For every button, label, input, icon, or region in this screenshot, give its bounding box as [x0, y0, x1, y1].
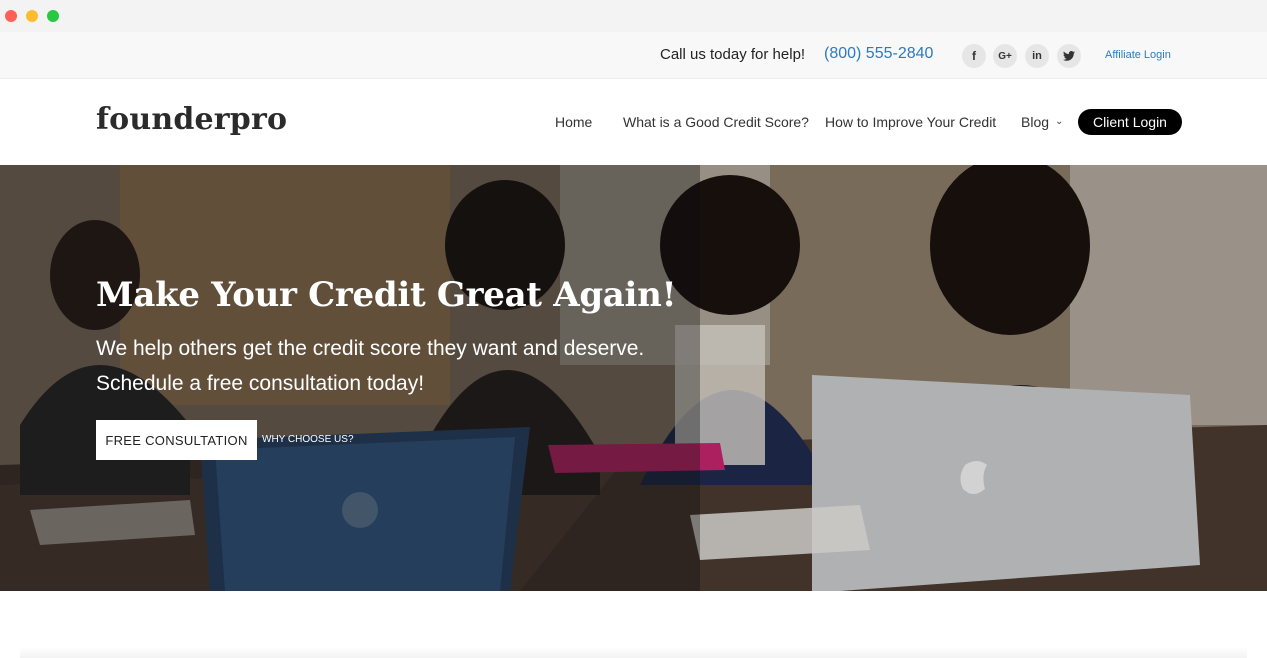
call-us-text: Call us today for help!	[660, 46, 806, 63]
client-login-button[interactable]: Client Login	[1078, 109, 1182, 135]
google-plus-icon[interactable]: G+	[993, 44, 1017, 68]
phone-link[interactable]: (800) 555-2840	[824, 45, 933, 63]
hero-subtitle-line-1: We help others get the credit score they…	[96, 337, 645, 360]
nav-home[interactable]: Home	[555, 114, 592, 130]
window-minimize-button[interactable]	[26, 10, 38, 22]
hero-subtitle-line-2: Schedule a free consultation today!	[96, 372, 425, 395]
nav-improve-credit[interactable]: How to Improve Your Credit	[825, 114, 996, 130]
section-card-edge	[20, 647, 1247, 658]
window-maximize-button[interactable]	[47, 10, 59, 22]
linkedin-icon[interactable]: in	[1025, 44, 1049, 68]
hero-title: Make Your Credit Great Again!	[96, 275, 677, 315]
twitter-bird-glyph	[1063, 51, 1075, 61]
top-contact-bar: Call us today for help! (800) 555-2840 f…	[0, 32, 1267, 79]
hero-banner: Make Your Credit Great Again! We help ot…	[0, 165, 1267, 591]
free-consultation-button[interactable]: FREE CONSULTATION	[96, 420, 257, 460]
hero-subtitle: We help others get the credit score they…	[96, 331, 716, 401]
nav-good-credit-score[interactable]: What is a Good Credit Score?	[623, 114, 809, 130]
facebook-icon[interactable]: f	[962, 44, 986, 68]
nav-blog[interactable]: Blog	[1021, 114, 1049, 130]
affiliate-login-link[interactable]: Affiliate Login	[1105, 49, 1171, 61]
site-logo[interactable]: founderpro	[96, 102, 287, 137]
why-choose-us-link[interactable]: WHY CHOOSE US?	[262, 434, 354, 445]
window-close-button[interactable]	[5, 10, 17, 22]
twitter-icon[interactable]	[1057, 44, 1081, 68]
chevron-down-icon[interactable]: ⌄	[1055, 116, 1063, 127]
content-section	[0, 591, 1267, 658]
main-navbar: founderpro Home What is a Good Credit Sc…	[0, 80, 1267, 165]
browser-titlebar	[0, 0, 1267, 32]
